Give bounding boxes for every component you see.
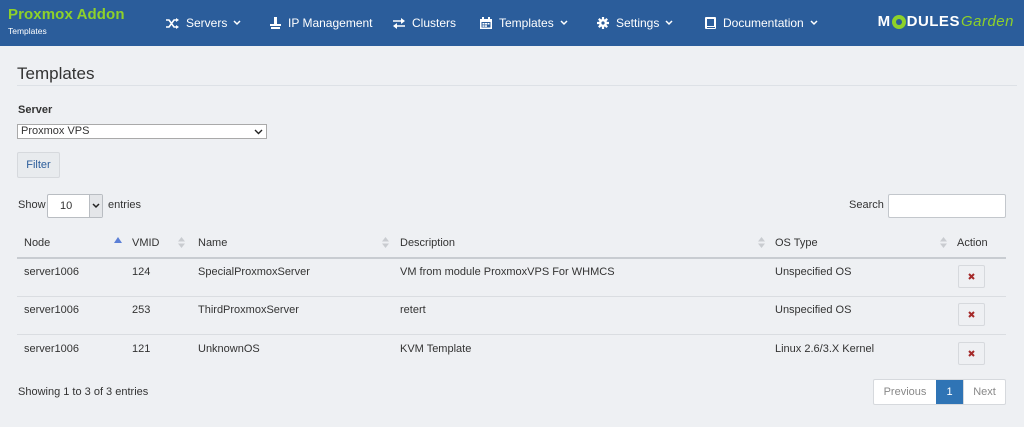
- chevron-down-icon: [810, 20, 818, 26]
- column-header-os-type[interactable]: OS Type: [775, 229, 818, 257]
- modulesgarden-logo[interactable]: M DULES Garden: [878, 13, 1014, 30]
- cell-name: UnknownOS: [198, 343, 260, 355]
- x-icon: [968, 350, 975, 357]
- table-info: Showing 1 to 3 of 3 entries: [18, 386, 149, 398]
- table-header-divider: [17, 257, 1006, 259]
- x-icon: [968, 273, 975, 280]
- nav-templates[interactable]: Templates: [480, 0, 568, 46]
- ip-icon: [270, 17, 281, 29]
- nav-ip-management[interactable]: IP Management: [270, 0, 373, 46]
- chevron-down-icon: [665, 20, 673, 26]
- sort-both-icon[interactable]: [178, 237, 185, 248]
- cell-node: server1006: [24, 343, 80, 355]
- cell-vmid: 253: [132, 304, 151, 316]
- gear-icon: [597, 17, 609, 29]
- nav-settings[interactable]: Settings: [597, 0, 673, 46]
- nav-clusters-label: Clusters: [412, 16, 457, 30]
- cell-description: VM from module ProxmoxVPS For WHMCS: [400, 266, 615, 278]
- delete-template-button[interactable]: [958, 303, 985, 326]
- delete-template-button[interactable]: [958, 342, 985, 365]
- brand[interactable]: Proxmox Addon Templates: [8, 6, 125, 36]
- page-length-select[interactable]: 10: [47, 194, 103, 218]
- cell-vmid: 124: [132, 266, 151, 278]
- cell-node: server1006: [24, 266, 80, 278]
- cell-os-type: Unspecified OS: [775, 304, 852, 316]
- book-icon: [705, 17, 716, 29]
- column-header-vmid[interactable]: VMID: [132, 229, 160, 257]
- server-select[interactable]: Proxmox VPS: [17, 124, 267, 139]
- column-header-action: Action: [957, 237, 988, 249]
- cell-name: SpecialProxmoxServer: [198, 266, 310, 278]
- cell-vmid: 121: [132, 343, 151, 355]
- nav-documentation[interactable]: Documentation: [705, 0, 818, 46]
- logo-text-garden: Garden: [960, 13, 1014, 30]
- nav-servers[interactable]: Servers: [166, 0, 241, 46]
- sort-both-icon[interactable]: [382, 237, 389, 248]
- title-divider: [17, 85, 1017, 86]
- brand-subtitle: Templates: [8, 26, 47, 36]
- next-page-button[interactable]: Next: [963, 380, 1005, 404]
- nav-documentation-label: Documentation: [723, 16, 804, 30]
- calendar-icon: [480, 17, 492, 29]
- top-navbar: Proxmox Addon Templates Servers IP Manag…: [0, 0, 1024, 46]
- logo-o-mark: [891, 14, 906, 29]
- sort-both-icon[interactable]: [758, 237, 765, 248]
- nav-ip-management-label: IP Management: [288, 16, 373, 30]
- shuffle-icon: [166, 17, 179, 29]
- nav-settings-label: Settings: [616, 16, 660, 30]
- cell-os-type: Unspecified OS: [775, 266, 852, 278]
- entries-label: entries: [108, 199, 142, 211]
- cell-name: ThirdProxmoxServer: [198, 304, 299, 316]
- page-length-value: 10: [60, 200, 73, 212]
- chevron-down-icon: [560, 20, 568, 26]
- sort-both-icon[interactable]: [940, 237, 947, 248]
- chevron-down-icon: [89, 195, 102, 217]
- cell-description: KVM Template: [400, 343, 472, 355]
- server-label: Server: [18, 104, 53, 116]
- row-divider: [17, 296, 1006, 297]
- column-header-description[interactable]: Description: [400, 229, 455, 257]
- search-input[interactable]: [888, 194, 1006, 218]
- filter-button[interactable]: Filter: [17, 152, 60, 178]
- server-select-value: Proxmox VPS: [21, 125, 90, 137]
- page-title: Templates: [17, 64, 95, 83]
- cell-description: retert: [400, 304, 426, 316]
- search-label: Search: [849, 199, 884, 211]
- column-header-name[interactable]: Name: [198, 229, 227, 257]
- logo-text-m: M: [877, 13, 891, 30]
- nav-servers-label: Servers: [186, 16, 228, 30]
- delete-template-button[interactable]: [958, 265, 985, 288]
- previous-page-button[interactable]: Previous: [874, 380, 936, 404]
- brand-title[interactable]: Proxmox Addon: [8, 6, 125, 23]
- cell-os-type: Linux 2.6/3.X Kernel: [775, 343, 875, 355]
- column-header-node[interactable]: Node: [24, 229, 50, 257]
- chevron-down-icon: [254, 129, 263, 135]
- row-divider: [17, 334, 1006, 335]
- pagination: Previous 1 Next: [873, 379, 1006, 405]
- show-label: Show: [18, 199, 46, 211]
- logo-text-dules: DULES: [906, 13, 960, 30]
- exchange-icon: [393, 17, 405, 29]
- chevron-down-icon: [233, 20, 241, 26]
- sort-asc-icon[interactable]: [114, 237, 122, 243]
- page-1-button[interactable]: 1: [936, 380, 963, 404]
- cell-node: server1006: [24, 304, 80, 316]
- nav-clusters[interactable]: Clusters: [393, 0, 456, 46]
- x-icon: [968, 311, 975, 318]
- nav-templates-label: Templates: [499, 16, 554, 30]
